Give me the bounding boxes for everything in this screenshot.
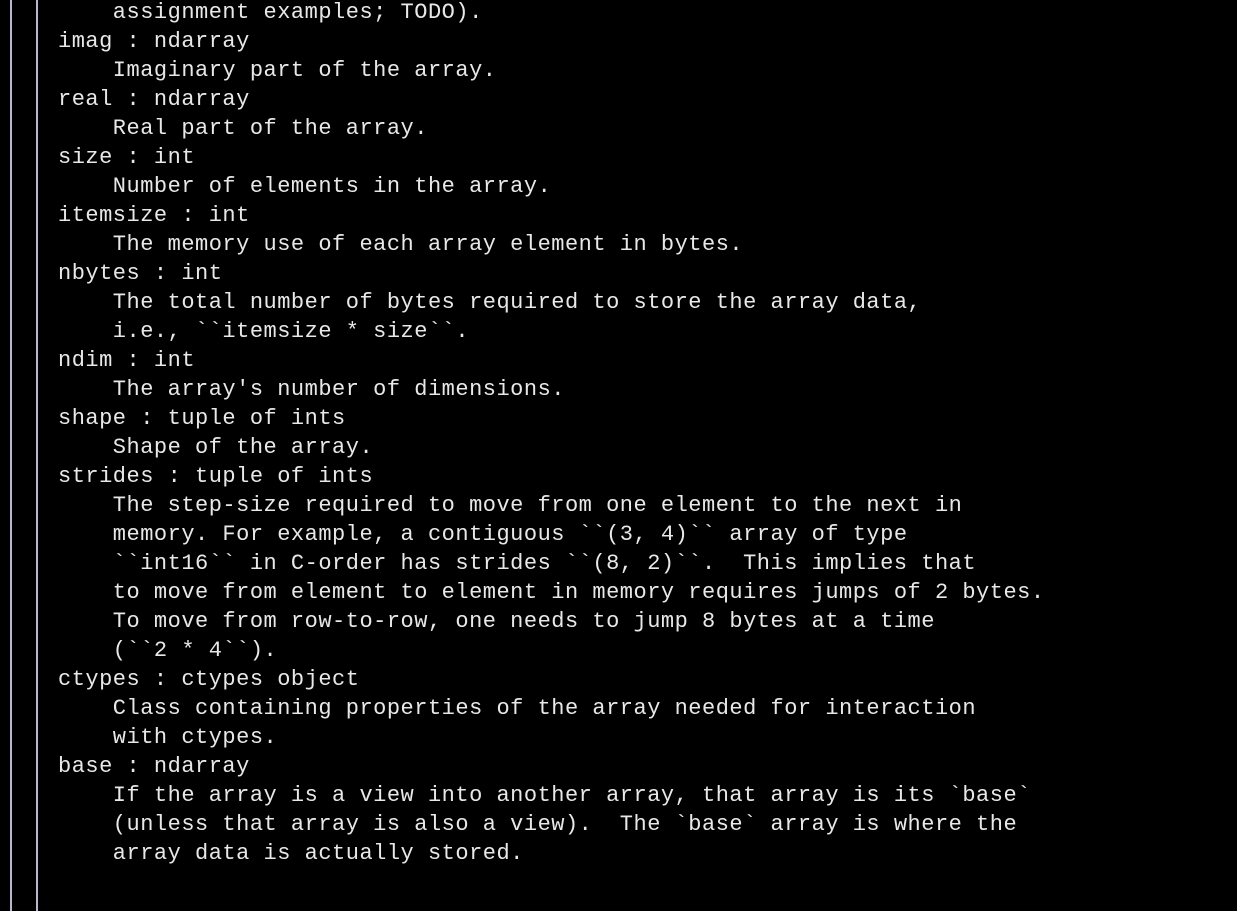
docstring-text-block: assignment examples; TODO). imag : ndarr…: [58, 0, 1045, 868]
vertical-rule-inner: [36, 0, 38, 911]
vertical-rule-outer: [10, 0, 12, 911]
